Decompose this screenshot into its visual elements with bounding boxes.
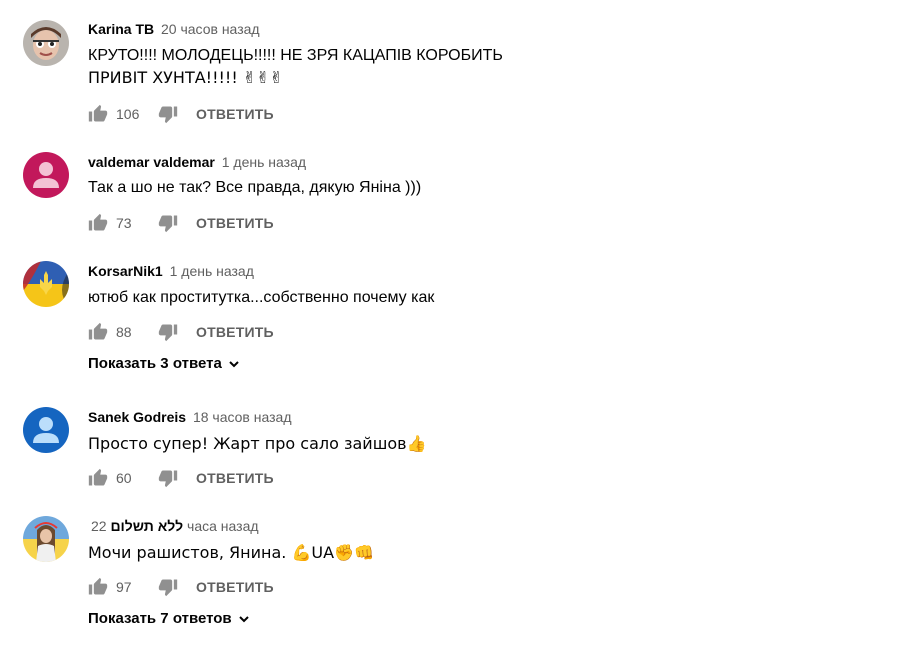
comment-text-line: Мочи рашистов, Янина. 💪UA✊👊 (88, 543, 374, 562)
comment-text-line: Просто супер! Жарт про сало зайшов👍 (88, 434, 427, 453)
avatar[interactable] (23, 261, 69, 307)
thumb-up-icon[interactable] (88, 322, 108, 342)
comment-header: ללא תשלום 22 часа назад (88, 518, 259, 536)
thumb-down-icon[interactable] (158, 322, 178, 342)
timestamp[interactable]: 1 день назад (170, 263, 254, 279)
comment-text: Мочи рашистов, Янина. 💪UA✊👊 (88, 542, 374, 564)
timestamp[interactable]: 20 часов назад (161, 21, 260, 37)
author-name[interactable]: valdemar valdemar (88, 154, 215, 170)
comment-actions: 106 ОТВЕТИТЬ (88, 102, 274, 126)
thumb-up-icon[interactable] (88, 577, 108, 597)
avatar[interactable] (23, 20, 69, 66)
avatar[interactable] (23, 516, 69, 562)
comment-text: КРУТО!!!! МОЛОДЕЦЬ!!!!! НЕ ЗРЯ КАЦАПІВ К… (88, 45, 503, 89)
avatar[interactable] (23, 152, 69, 198)
comment: ללא תשלום 22 часа назад Мочи рашистов, Я… (0, 514, 915, 639)
like-count: 97 (116, 579, 132, 595)
author-name[interactable]: Karina TB (88, 21, 154, 37)
reply-button[interactable]: ОТВЕТИТЬ (196, 215, 274, 231)
like-count: 60 (116, 470, 132, 486)
comment-header: Sanek Godreis 18 часов назад (88, 409, 291, 427)
chevron-down-icon (238, 615, 249, 622)
thumb-down-icon[interactable] (158, 104, 178, 124)
comment: Sanek Godreis 18 часов назад Просто супе… (0, 405, 915, 495)
show-replies-button[interactable]: Показать 7 ответов (88, 610, 250, 627)
comment-header: valdemar valdemar 1 день назад (88, 154, 306, 172)
comment-actions: 60 ОТВЕТИТЬ (88, 466, 274, 490)
reply-button[interactable]: ОТВЕТИТЬ (196, 324, 274, 340)
comment-text: Так а шо не так? Все правда, дякую Яніна… (88, 177, 421, 199)
author-name[interactable]: Sanek Godreis (88, 409, 186, 425)
comment-text: Просто супер! Жарт про сало зайшов👍 (88, 433, 426, 455)
thumb-down-icon[interactable] (158, 468, 178, 488)
comment-text-line: ютюб как проститутка...собственно почему… (88, 289, 435, 306)
reply-button[interactable]: ОТВЕТИТЬ (196, 106, 274, 122)
timestamp[interactable]: 18 часов назад (193, 409, 292, 425)
avatar[interactable] (23, 407, 69, 453)
reply-button[interactable]: ОТВЕТИТЬ (196, 579, 274, 595)
comment: valdemar valdemar 1 день назад Так а шо … (0, 150, 915, 240)
comment-text-line: Так а шо не так? Все правда, дякую Яніна… (88, 179, 422, 196)
comment-actions: 88 ОТВЕТИТЬ (88, 320, 274, 344)
comment-text: ютюб как проститутка...собственно почему… (88, 287, 434, 309)
comment: Karina TB 20 часов назад КРУТО!!!! МОЛОД… (0, 18, 915, 128)
author-name[interactable]: ללא תשלום (110, 518, 183, 534)
show-replies-label: Показать 7 ответов (88, 610, 232, 627)
comment-actions: 73 ОТВЕТИТЬ (88, 211, 274, 235)
show-replies-button[interactable]: Показать 3 ответа (88, 355, 240, 372)
thumb-up-icon[interactable] (88, 468, 108, 488)
like-count: 88 (116, 324, 132, 340)
comment: KorsarNik1 1 день назад ютюб как простит… (0, 259, 915, 379)
comment-text-line: КРУТО!!!! МОЛОДЕЦЬ!!!!! НЕ ЗРЯ КАЦАПІВ К… (88, 47, 503, 64)
thumb-up-icon[interactable] (88, 104, 108, 124)
like-count: 106 (116, 106, 140, 122)
show-replies-label: Показать 3 ответа (88, 355, 222, 372)
comment-actions: 97 ОТВЕТИТЬ (88, 575, 274, 599)
comment-header: Karina TB 20 часов назад (88, 21, 260, 39)
thumb-down-icon[interactable] (158, 577, 178, 597)
timestamp[interactable]: 1 день назад (222, 154, 306, 170)
comment-header: KorsarNik1 1 день назад (88, 263, 254, 281)
author-name[interactable]: KorsarNik1 (88, 263, 163, 279)
like-count: 73 (116, 215, 132, 231)
reply-button[interactable]: ОТВЕТИТЬ (196, 470, 274, 486)
chevron-down-icon (229, 360, 239, 367)
thumb-up-icon[interactable] (88, 213, 108, 233)
thumb-down-icon[interactable] (158, 213, 178, 233)
comment-text-line: ПРИВІТ ХУНТА!!!!! ✌✌✌ (88, 68, 284, 87)
